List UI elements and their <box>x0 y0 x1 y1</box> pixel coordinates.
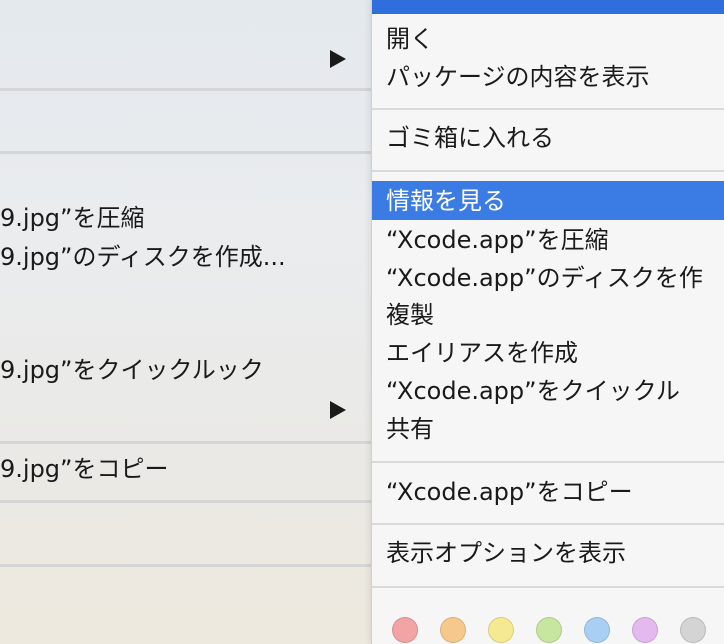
menu-item-burn-disc[interactable]: “Xcode.app”のディスクを作 <box>386 263 703 293</box>
menu-item-quick-look-jpg[interactable]: 9.jpg”をクイックルック <box>0 355 264 385</box>
tag-purple-dot[interactable] <box>632 617 658 643</box>
tag-orange-dot[interactable] <box>440 617 466 643</box>
menu-item-share[interactable]: 共有 <box>386 414 434 444</box>
tag-gray-dot[interactable] <box>680 617 706 643</box>
menu-item-burn-disc-jpg[interactable]: 9.jpg”のディスクを作成... <box>0 242 286 272</box>
menu-item-open[interactable]: 開く <box>386 24 434 54</box>
submenu-arrow-icon <box>330 50 346 68</box>
menu-separator <box>372 586 724 588</box>
menu-item-get-info-highlighted[interactable]: 情報を見る <box>372 181 724 220</box>
menu-item-make-alias[interactable]: エイリアスを作成 <box>386 338 578 368</box>
menu-item-compress-jpg[interactable]: 9.jpg”を圧縮 <box>0 203 144 233</box>
menu-item-compress[interactable]: “Xcode.app”を圧縮 <box>386 225 609 255</box>
menu-item-show-view-options[interactable]: 表示オプションを表示 <box>386 538 626 568</box>
menu-item-get-info[interactable]: 情報を見る <box>386 186 506 216</box>
previous-highlight-strip <box>372 0 724 14</box>
menu-separator <box>372 461 724 463</box>
menu-separator <box>0 151 372 154</box>
menu-item-duplicate[interactable]: 複製 <box>386 300 434 330</box>
menu-item-show-package-contents[interactable]: パッケージの内容を表示 <box>386 62 650 92</box>
tag-green-dot[interactable] <box>536 617 562 643</box>
menu-separator <box>0 441 372 444</box>
menu-item-copy-jpg[interactable]: 9.jpg”をコピー <box>0 454 168 484</box>
menu-separator <box>372 108 724 110</box>
menu-separator <box>0 500 372 503</box>
menu-item-quick-look[interactable]: “Xcode.app”をクイックル <box>386 376 680 406</box>
context-menu-screen: 9.jpg”を圧縮 9.jpg”のディスクを作成... 9.jpg”をクイックル… <box>0 0 724 644</box>
submenu-arrow-icon <box>330 401 346 419</box>
tag-red-dot[interactable] <box>392 617 418 643</box>
tag-yellow-dot[interactable] <box>488 617 514 643</box>
parent-context-menu: 9.jpg”を圧縮 9.jpg”のディスクを作成... 9.jpg”をクイックル… <box>0 0 372 644</box>
tag-blue-dot[interactable] <box>584 617 610 643</box>
menu-separator <box>372 170 724 172</box>
menu-item-move-to-trash[interactable]: ゴミ箱に入れる <box>386 123 554 153</box>
menu-separator <box>0 564 372 567</box>
menu-separator <box>372 523 724 525</box>
xcode-context-menu: 開く パッケージの内容を表示 ゴミ箱に入れる 情報を見る “Xcode.app”… <box>372 0 724 644</box>
menu-item-copy[interactable]: “Xcode.app”をコピー <box>386 477 633 507</box>
menu-separator <box>0 88 372 91</box>
